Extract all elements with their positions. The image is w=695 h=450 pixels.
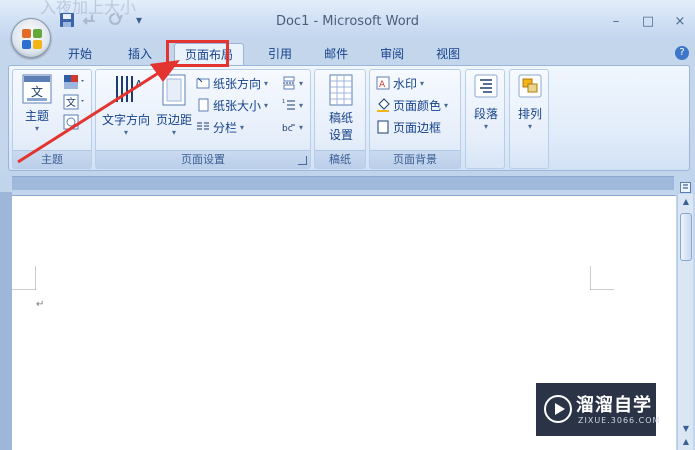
svg-text:1: 1 [282, 99, 285, 105]
watermark-badge: 溜溜自学 ZIXUE.3066.COM [536, 383, 659, 436]
paragraph-icon [468, 74, 504, 101]
themes-button[interactable]: 文 主题 ▾ [17, 74, 57, 133]
group-page-background: A 水印 ▾ 页面颜色 ▾ 页面边框 页面背景 [369, 69, 461, 169]
hyphenation-icon: bc [282, 120, 296, 134]
orientation-icon [196, 76, 210, 90]
tab-insert[interactable]: 插入 [118, 43, 162, 65]
columns-icon [196, 120, 210, 134]
orientation-button[interactable]: 纸张方向 ▾ [196, 74, 268, 92]
theme-fonts-button[interactable]: 文 [63, 94, 89, 114]
watermark-title: 溜溜自学 [576, 395, 652, 416]
text-direction-button[interactable]: A 文字方向 ▾ [100, 74, 152, 137]
paragraph-mark: ↵ [36, 299, 45, 310]
scroll-down-icon[interactable]: ▼ [681, 424, 691, 434]
dropdown-arrow-icon: ▾ [171, 128, 176, 137]
breaks-button[interactable]: ▾ [282, 74, 303, 92]
dropdown-arrow-icon: ▾ [123, 128, 128, 137]
themes-icon: 文 [17, 74, 57, 107]
svg-text:文: 文 [31, 84, 43, 99]
margins-button[interactable]: 页边距 ▾ [154, 74, 194, 137]
paint-bucket-icon [376, 98, 390, 112]
group-label-manuscript: 稿纸 [315, 150, 365, 168]
size-button[interactable]: 纸张大小 ▾ [196, 96, 268, 114]
minimize-button[interactable]: – [607, 15, 625, 29]
columns-button[interactable]: 分栏 ▾ [196, 118, 244, 136]
svg-text:文: 文 [66, 96, 76, 109]
theme-small-buttons: 文 [63, 74, 89, 134]
watermark-icon: A [376, 76, 390, 90]
ribbon: 文 主题 ▾ 文 主题 A 文字方向 ▾ 页边距 ▾ 纸张方向 ▾ 纸张大小 ▾… [8, 65, 690, 171]
margin-corner-top-left [12, 266, 36, 290]
group-page-setup: A 文字方向 ▾ 页边距 ▾ 纸张方向▾ 纸张大小▾ 分栏▾ ▾ 1▾ [95, 69, 311, 169]
help-icon[interactable]: ? [675, 46, 689, 60]
dropdown-arrow-icon: ▾ [483, 122, 488, 131]
watermark-button[interactable]: A 水印 ▾ [376, 74, 424, 92]
arrange-icon [512, 74, 548, 101]
tab-review[interactable]: 审阅 [370, 43, 414, 65]
line-numbers-button[interactable]: 1 ▾ [282, 96, 303, 114]
group-label-themes: 主题 [13, 150, 91, 168]
margin-corner-top-right [590, 266, 614, 290]
dropdown-arrow-icon: ▾ [34, 124, 39, 133]
horizontal-ruler [12, 176, 674, 190]
tab-mailings[interactable]: 邮件 [314, 43, 358, 65]
page-color-button[interactable]: 页面颜色 ▾ [376, 96, 448, 114]
arrange-button[interactable]: 排列 ▾ [512, 74, 548, 131]
group-manuscript: 稿纸 设置 稿纸 [314, 69, 366, 169]
ribbon-tabs: 开始 插入 页面布局 引用 邮件 审阅 视图 [58, 43, 470, 65]
group-label-page-background: 页面背景 [370, 150, 460, 168]
page-borders-button[interactable]: 页面边框 [376, 118, 441, 136]
close-button[interactable]: × [671, 15, 689, 29]
page-setup-dialog-launcher-icon[interactable] [298, 156, 307, 165]
tab-view[interactable]: 视图 [426, 43, 470, 65]
breaks-icon [282, 76, 296, 90]
scroll-thumb[interactable] [680, 213, 692, 261]
group-label-page-setup: 页面设置 [96, 150, 310, 168]
office-logo-icon [22, 29, 42, 49]
svg-text:A: A [135, 78, 141, 91]
title-bar: 入夜加上大小 ▾ Doc1 - Microsoft Word – □ × [0, 0, 695, 40]
manuscript-grid-icon [319, 74, 363, 109]
theme-colors-button[interactable] [63, 74, 89, 94]
highlight-box [166, 40, 229, 67]
window-title: Doc1 - Microsoft Word [275, 14, 420, 29]
paper-size-icon [196, 98, 210, 112]
tab-home[interactable]: 开始 [58, 43, 102, 65]
vertical-scrollbar[interactable]: ▲ ▼ ▲ [677, 194, 693, 450]
maximize-button[interactable]: □ [639, 15, 657, 29]
svg-text:A: A [379, 80, 386, 90]
manuscript-setup-button[interactable]: 稿纸 设置 [319, 74, 363, 143]
group-paragraph[interactable]: 段落 ▾ [465, 69, 505, 169]
group-arrange[interactable]: 排列 ▾ [509, 69, 549, 169]
line-numbers-icon: 1 [282, 98, 296, 112]
prev-page-icon[interactable]: ▲ [681, 437, 691, 447]
view-ruler-icon[interactable] [680, 182, 691, 193]
window-controls: – □ × [607, 15, 689, 29]
office-button[interactable] [11, 18, 51, 58]
page-borders-icon [376, 120, 390, 134]
scroll-up-icon[interactable]: ▲ [681, 197, 691, 207]
margins-icon [154, 74, 194, 111]
text-direction-icon: A [100, 74, 152, 111]
group-themes: 文 主题 ▾ 文 主题 [12, 69, 92, 169]
theme-effects-button[interactable] [63, 114, 89, 134]
dropdown-arrow-icon: ▾ [527, 122, 532, 131]
watermark-url: ZIXUE.3066.COM [578, 416, 661, 425]
left-margin-strip [0, 192, 12, 450]
play-logo-icon [544, 395, 572, 423]
paragraph-button[interactable]: 段落 ▾ [468, 74, 504, 131]
hyphenation-button[interactable]: bc ▾ [282, 118, 303, 136]
tab-references[interactable]: 引用 [258, 43, 302, 65]
